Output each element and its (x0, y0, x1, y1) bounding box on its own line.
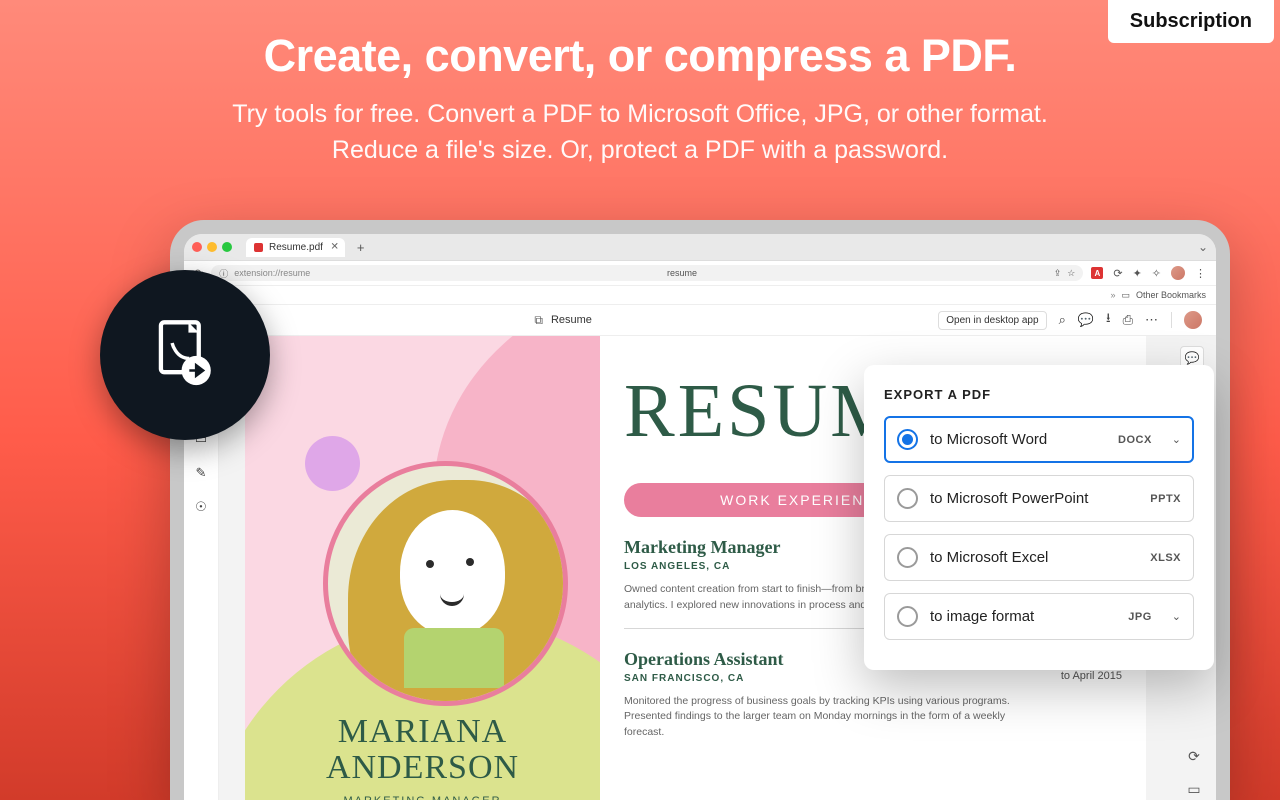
radio-icon (897, 429, 918, 450)
resume-name-last: ANDERSON (245, 750, 600, 786)
bookmarks-bar: » ▭ Other Bookmarks (184, 286, 1216, 305)
maximize-window-icon[interactable] (222, 242, 232, 252)
print-icon[interactable]: ⎙ (1123, 312, 1133, 328)
adobe-extension-icon[interactable]: A (1091, 267, 1103, 279)
job-location: LOS ANGELES, CA (624, 561, 780, 572)
document-name: Resume (551, 314, 592, 326)
resume-art-panel: MARIANA ANDERSON MARKETING MANAGER (245, 336, 600, 800)
export-option-ext: PPTX (1150, 493, 1181, 505)
rotate-icon[interactable]: ⟳ (1188, 748, 1200, 765)
page-icon[interactable]: ▭ (1187, 781, 1200, 798)
radio-icon (897, 606, 918, 627)
minimize-window-icon[interactable] (207, 242, 217, 252)
url-prefix: extension://resume (234, 268, 310, 278)
hero-title: Create, convert, or compress a PDF. (0, 30, 1280, 82)
window-controls (192, 242, 232, 252)
extensions-icon[interactable]: ⟳ (1113, 267, 1122, 280)
hero: Create, convert, or compress a PDF. Try … (0, 30, 1280, 169)
more-menu-icon[interactable]: ⋯ (1145, 312, 1159, 328)
tab-title: Resume.pdf (269, 242, 323, 253)
job-description: Monitored the progress of business goals… (624, 694, 1044, 741)
kebab-menu-icon[interactable]: ⋮ (1195, 267, 1206, 280)
feature-export-pdf-icon (100, 270, 270, 440)
export-option-label: to image format (930, 608, 1116, 625)
promo-stage: Subscription Create, convert, or compres… (0, 0, 1280, 800)
open-desktop-button[interactable]: Open in desktop app (938, 311, 1046, 330)
portrait-illustration (323, 461, 568, 706)
export-option-ext: DOCX (1118, 434, 1152, 446)
comment-icon[interactable]: 💬 (1078, 312, 1094, 328)
export-option-label: to Microsoft PowerPoint (930, 490, 1138, 507)
browser-tabbar: Resume.pdf ✕ + ⌄ (184, 234, 1216, 261)
folder-icon: ▭ (1121, 290, 1130, 301)
other-bookmarks[interactable]: Other Bookmarks (1136, 290, 1206, 300)
export-pdf-panel: EXPORT A PDF to Microsoft Word DOCX ⌄ to… (864, 365, 1214, 670)
export-heading: EXPORT A PDF (884, 387, 1194, 402)
radio-icon (897, 488, 918, 509)
close-window-icon[interactable] (192, 242, 202, 252)
draw-tool-icon[interactable]: ✎ (196, 465, 207, 481)
viewer-toolbar: ⧉ Resume Open in desktop app ⌕ 💬 ⭳ ⎙ ⋯ (184, 305, 1216, 336)
hero-line2: Reduce a file's size. Or, protect a PDF … (332, 136, 948, 164)
bookmark-plus-icon[interactable]: ✧ (1152, 267, 1161, 280)
address-field[interactable]: ⓘ extension://resume resume ⇪ ☆ (211, 265, 1083, 281)
export-option-label: to Microsoft Excel (930, 549, 1138, 566)
export-option-label: to Microsoft Word (930, 431, 1106, 448)
profile-avatar-icon[interactable] (1171, 266, 1185, 280)
job-title: Operations Assistant (624, 649, 784, 670)
export-option-ext: JPG (1128, 611, 1152, 623)
browser-urlbar: ⟳ ⓘ extension://resume resume ⇪ ☆ A ⟳ ✦ … (184, 261, 1216, 286)
job-location: SAN FRANCISCO, CA (624, 673, 784, 684)
user-avatar-icon[interactable] (1184, 311, 1202, 329)
share-icon[interactable]: ⇪ (1054, 268, 1062, 279)
export-option-excel[interactable]: to Microsoft Excel XLSX (884, 534, 1194, 581)
chevron-down-icon[interactable]: ⌄ (1172, 433, 1181, 446)
download-icon[interactable]: ⭳ (1106, 309, 1111, 331)
export-option-powerpoint[interactable]: to Microsoft PowerPoint PPTX (884, 475, 1194, 522)
export-option-word[interactable]: to Microsoft Word DOCX ⌄ (884, 416, 1194, 463)
browser-tab[interactable]: Resume.pdf ✕ (246, 238, 345, 257)
right-tool-rail: ⟳ ▭ ⊕ ⊖ (1182, 748, 1206, 800)
hero-line1: Try tools for free. Convert a PDF to Mic… (232, 100, 1048, 128)
chevron-down-icon[interactable]: ⌄ (1172, 610, 1181, 623)
hero-subtitle: Try tools for free. Convert a PDF to Mic… (190, 96, 1090, 169)
toolbar-right: A ⟳ ✦ ✧ ⋮ (1091, 266, 1206, 280)
job-title: Marketing Manager (624, 537, 780, 558)
pdf-favicon-icon (254, 243, 263, 252)
export-option-ext: XLSX (1150, 552, 1181, 564)
copy-icon[interactable]: ⧉ (534, 313, 543, 328)
search-icon[interactable]: ⌕ (1059, 312, 1066, 328)
resume-name-first: MARIANA (245, 714, 600, 750)
tab-overflow-icon[interactable]: ⌄ (1198, 240, 1208, 254)
bookmarks-overflow-icon[interactable]: » (1110, 290, 1115, 300)
radio-icon (897, 547, 918, 568)
erase-tool-icon[interactable]: ☉ (195, 499, 207, 515)
export-option-image[interactable]: to image format JPG ⌄ (884, 593, 1194, 640)
resume-role: MARKETING MANAGER (245, 795, 600, 800)
puzzle-icon[interactable]: ✦ (1133, 267, 1142, 280)
url-display: resume (667, 268, 697, 278)
new-tab-button[interactable]: + (351, 240, 371, 255)
tab-close-icon[interactable]: ✕ (331, 242, 339, 253)
star-icon[interactable]: ☆ (1067, 268, 1075, 279)
